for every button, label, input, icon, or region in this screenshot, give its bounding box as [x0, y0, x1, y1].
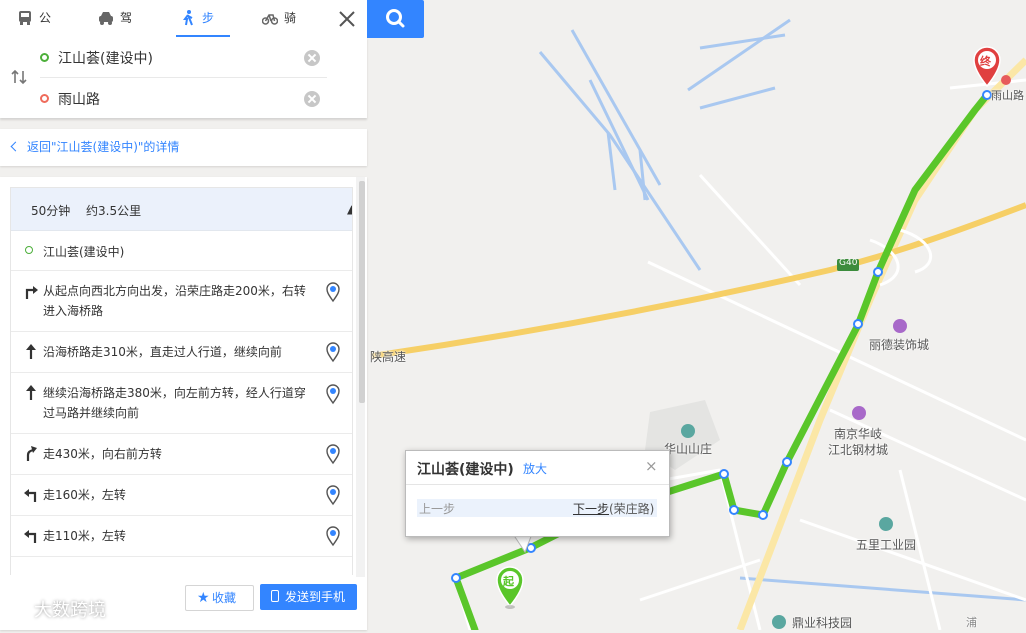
search-button[interactable]: [367, 0, 424, 38]
swap-icon[interactable]: [10, 69, 28, 85]
turn-left-icon: [24, 489, 37, 502]
straight-icon: [26, 385, 36, 400]
turn-left-icon: [24, 530, 37, 543]
step-text: 沿海桥路走310米，直走过人行道，继续向前: [43, 345, 282, 359]
watermark: 大数跨境: [6, 596, 106, 624]
poi-lide-label[interactable]: 丽德装饰城: [869, 336, 929, 353]
walk-icon: [183, 10, 193, 26]
end-road-label: 雨山路: [991, 89, 1024, 102]
expressway-label: 陕高速: [370, 350, 407, 364]
start-field[interactable]: 江山荟(建设中): [40, 38, 330, 78]
end-dot-icon: [40, 94, 49, 103]
popup-close-icon[interactable]: ×: [645, 457, 658, 475]
route-steps-panel: 50分钟 约3.5公里 ▲ 江山荟(建设中) 从起点向西北方向出发，沿荣庄路走2…: [0, 177, 367, 630]
travel-mode-tabs: 公交 驾车 步行 骑行: [0, 0, 367, 61]
step-text: 继续沿海桥路走380米，向左前方转，经人行道穿过马路并继续向前: [43, 386, 306, 420]
step-item[interactable]: 从起点向西北方向出发，沿荣庄路走200米，右转进入海桥路: [11, 271, 352, 332]
watermark-logo-icon: [6, 599, 28, 617]
start-dot-icon: [40, 53, 49, 62]
end-field[interactable]: 雨山路: [40, 79, 330, 119]
locate-icon[interactable]: [325, 443, 341, 465]
locate-icon[interactable]: [325, 281, 341, 303]
send-to-phone-button[interactable]: 发送到手机: [260, 584, 357, 610]
close-icon[interactable]: [334, 6, 360, 32]
star-icon: ★: [197, 590, 210, 606]
start-dot-icon: [25, 246, 33, 254]
locate-icon[interactable]: [325, 484, 341, 506]
back-to-details-link[interactable]: 返回"江山荟(建设中)"的详情: [10, 129, 179, 166]
step-item[interactable]: 走160米，左转: [11, 475, 352, 516]
bike-icon: [262, 14, 278, 25]
poi-huaqi-label-2[interactable]: 江北钢材城: [828, 441, 888, 458]
locate-icon[interactable]: [325, 341, 341, 363]
start-point-label: 江山荟(建设中): [43, 245, 125, 259]
back-bar: 返回"江山荟(建设中)"的详情: [0, 129, 367, 166]
scrollbar-thumb[interactable]: [359, 181, 365, 403]
map-info-popup: 江山荟(建设中) 放大 × 上一步 下一步 (荣庄路): [405, 450, 670, 537]
clear-start-icon[interactable]: [304, 50, 320, 66]
step-item[interactable]: 走110米，左转: [11, 516, 352, 557]
watermark-text: 大数跨境: [34, 600, 106, 621]
next-step-button[interactable]: 下一步: [573, 500, 609, 517]
step-text: 从起点向西北方向出发，沿荣庄路走200米，右转进入海桥路: [43, 284, 306, 318]
bus-icon: [19, 11, 31, 25]
popup-pointer: [512, 534, 533, 554]
popup-title: 江山荟(建设中): [417, 462, 514, 478]
popup-divider: [406, 484, 669, 485]
scroll-up-icon[interactable]: ▲: [347, 202, 352, 216]
steps-list[interactable]: 50分钟 约3.5公里 ▲ 江山荟(建设中) 从起点向西北方向出发，沿荣庄路走2…: [10, 187, 353, 575]
end-input-value[interactable]: 雨山路: [58, 89, 100, 109]
poi-wuli-label[interactable]: 五里工业园: [856, 536, 916, 553]
start-input-value[interactable]: 江山荟(建设中): [58, 48, 153, 68]
zoom-in-link[interactable]: 放大: [523, 460, 547, 477]
step-text: 走430米，向右前方转: [43, 447, 162, 461]
route-distance: 约3.5公里: [86, 204, 142, 218]
route-inputs: 江山荟(建设中) 雨山路: [0, 37, 367, 118]
step-item[interactable]: 继续沿海桥路走380米，向左前方转，经人行道穿过马路并继续向前: [11, 373, 352, 434]
send-to-phone-label: 发送到手机: [285, 590, 346, 604]
end-marker-label: 终: [980, 55, 991, 68]
step-item[interactable]: 沿海桥路走310米，直走过人行道，继续向前: [11, 332, 352, 373]
route-duration: 50分钟: [31, 204, 71, 218]
locate-icon[interactable]: [325, 525, 341, 547]
next-step-road: (荣庄路): [609, 502, 655, 516]
clear-end-icon[interactable]: [304, 91, 320, 107]
favorite-button[interactable]: ★ 收藏: [185, 585, 254, 611]
straight-icon: [26, 344, 36, 359]
phone-icon: [271, 590, 279, 602]
poi-huaqi-label-1[interactable]: 南京华岐: [834, 425, 882, 442]
turn-right-icon: [25, 286, 38, 299]
start-marker-label: 起: [503, 575, 514, 588]
back-link-label: 返回"江山荟(建设中)"的详情: [27, 140, 180, 154]
route-summary: 50分钟 约3.5公里 ▲: [11, 188, 352, 231]
car-icon: [99, 12, 113, 25]
edge-char-label: 浦: [966, 616, 977, 629]
chevron-left-icon: [10, 141, 21, 152]
search-icon: [386, 9, 405, 28]
step-text: 走160米，左转: [43, 488, 126, 502]
slight-right-icon: [26, 446, 37, 461]
step-text: 走110米，左转: [43, 529, 126, 543]
step-item[interactable]: 走430米，向右前方转: [11, 434, 352, 475]
poi-huashan-label[interactable]: 华山山庄: [664, 440, 712, 457]
locate-icon[interactable]: [325, 383, 341, 405]
step-navigation: 上一步 下一步 (荣庄路): [417, 499, 657, 517]
favorite-label: 收藏: [212, 591, 237, 605]
previous-step-button[interactable]: 上一步: [419, 500, 455, 517]
start-point-row[interactable]: 江山荟(建设中): [11, 230, 352, 271]
input-divider: [40, 77, 327, 78]
poi-dingye-label[interactable]: 鼎业科技园: [792, 614, 852, 631]
g40-label: G40: [839, 258, 858, 268]
